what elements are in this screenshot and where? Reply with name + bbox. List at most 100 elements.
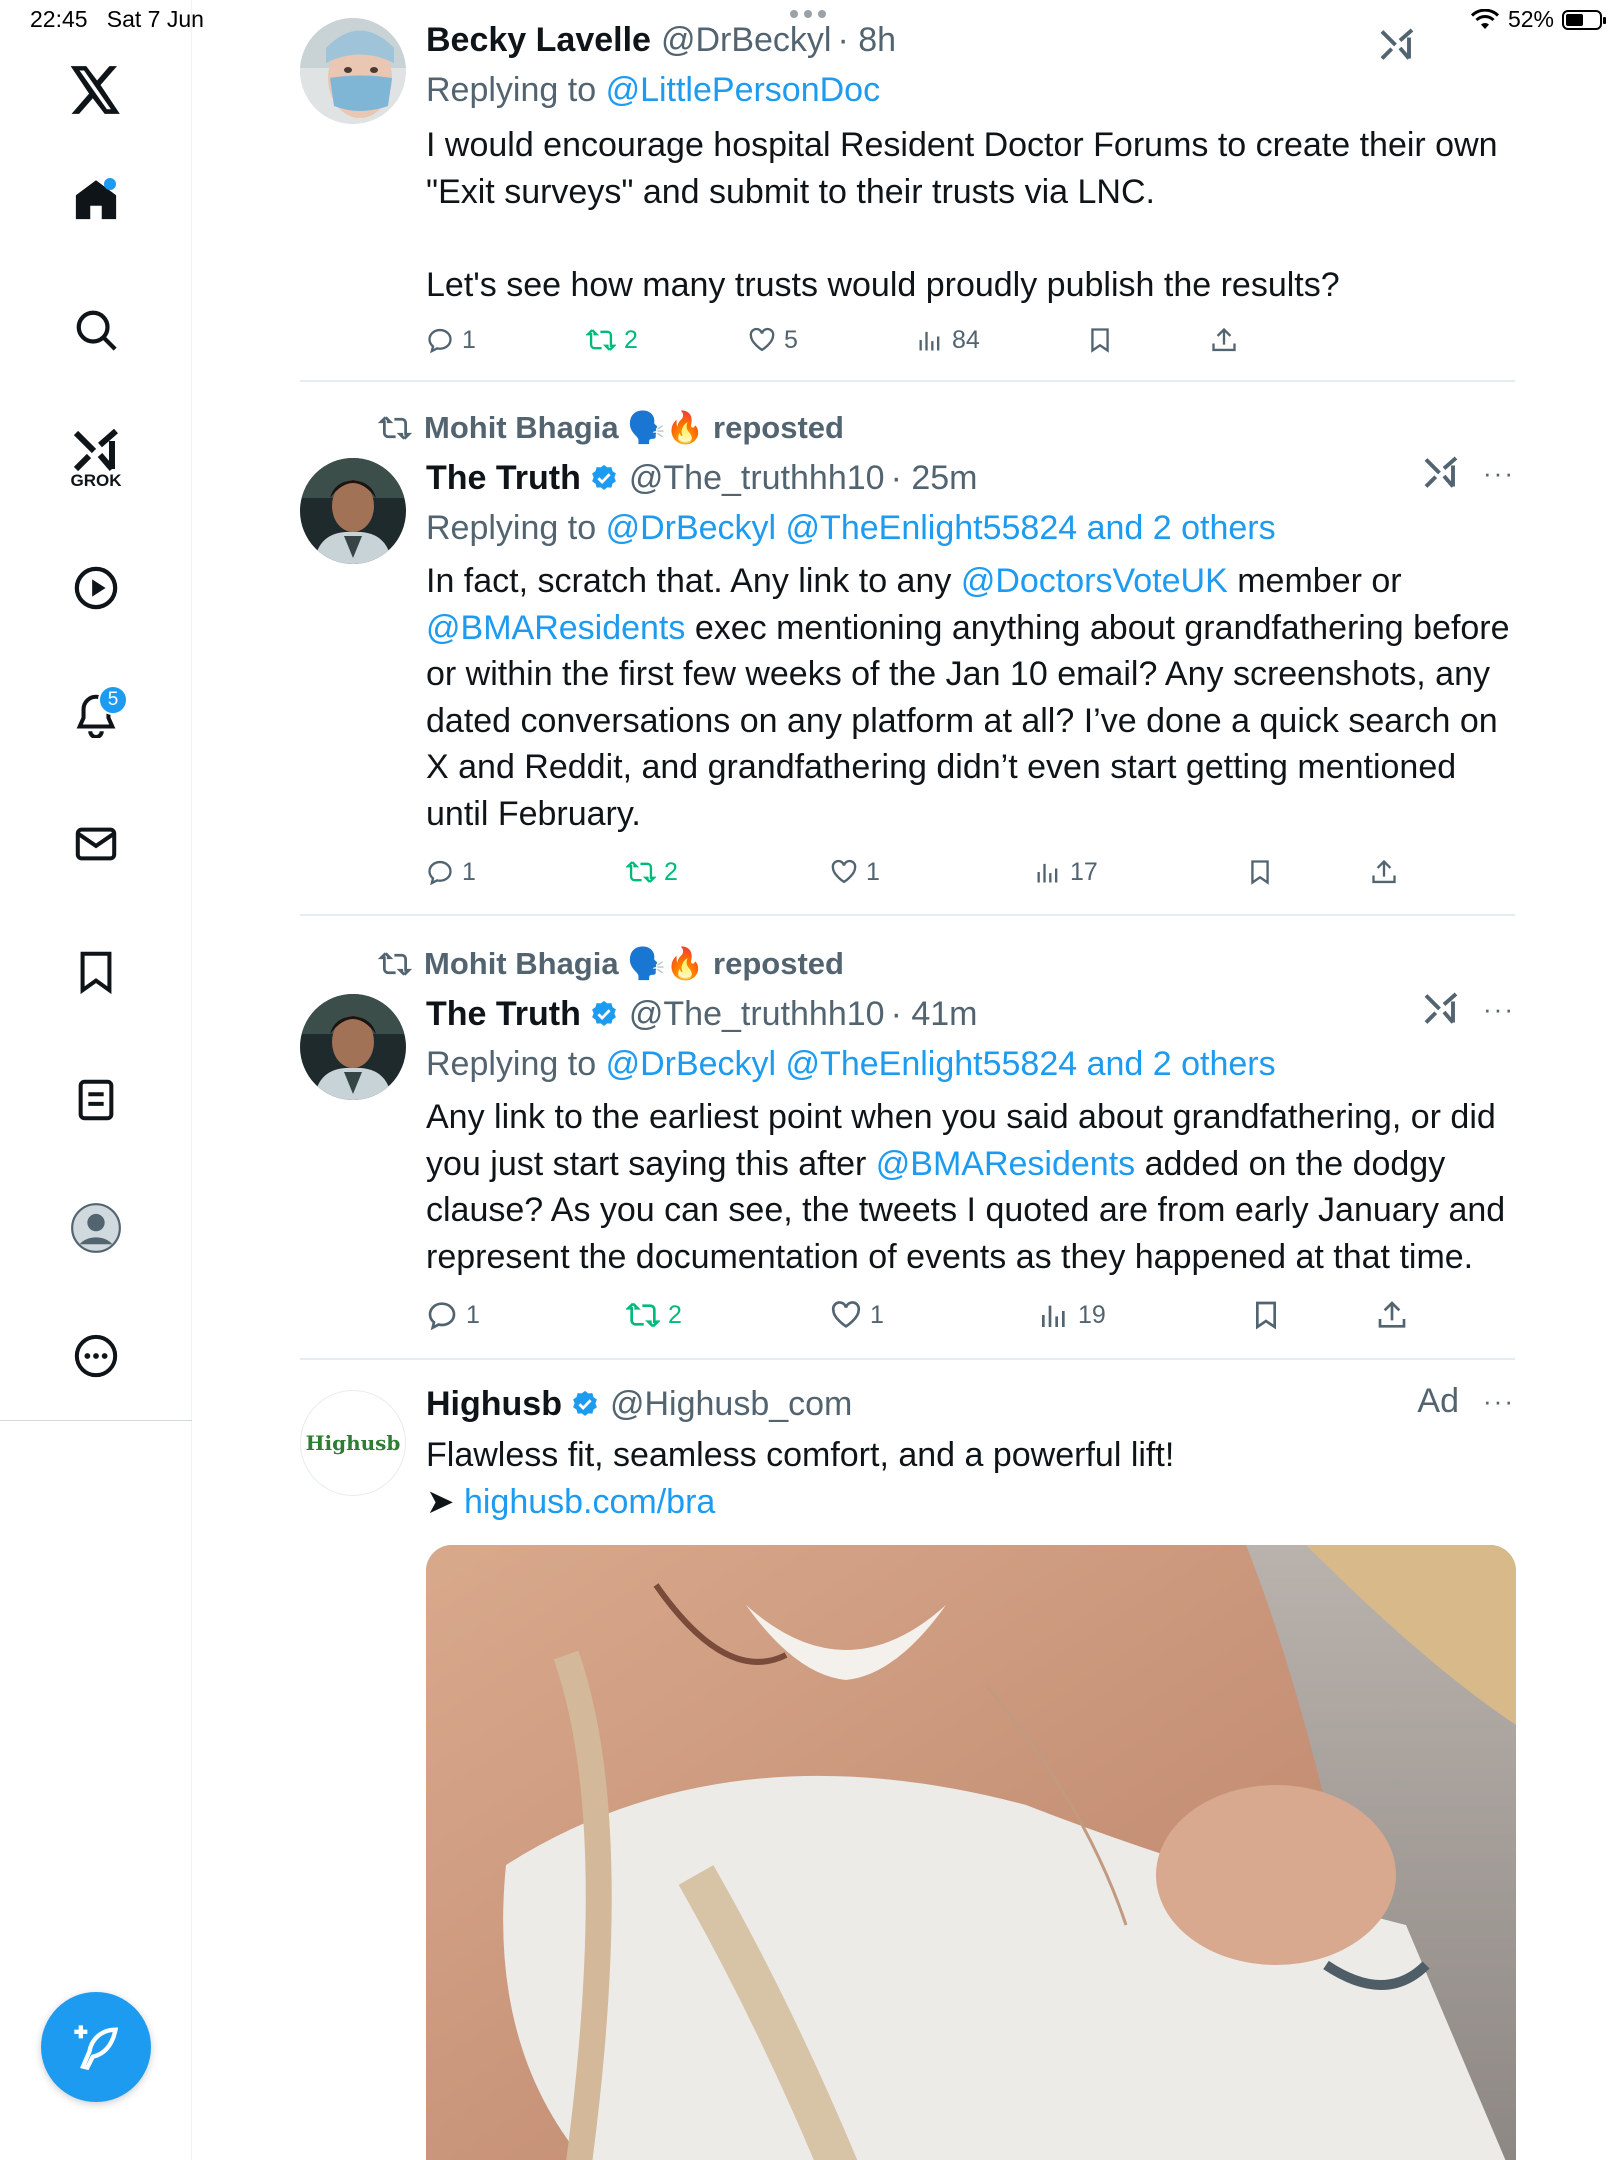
author-name[interactable]: The Truth <box>426 456 581 500</box>
reply-count: 1 <box>466 1300 480 1329</box>
share-button[interactable] <box>1376 1295 1408 1335</box>
video-play-icon[interactable] <box>66 558 126 618</box>
reply-button[interactable]: 1 <box>426 1295 480 1335</box>
replying-to-link[interactable]: @DrBeckyl @TheEnlight55824 and 2 others <box>606 1045 1276 1083</box>
views-button[interactable]: 84 <box>916 320 980 360</box>
verified-badge-icon <box>573 1390 597 1416</box>
reply-count: 1 <box>462 857 476 886</box>
repost-button[interactable]: 2 <box>626 1295 682 1335</box>
post-time[interactable]: · 25m <box>891 456 978 500</box>
replying-to-link[interactable]: @LittlePersonDoc <box>606 71 881 109</box>
compose-feather-icon <box>74 2025 119 2071</box>
ad-media-image[interactable] <box>426 1545 1516 2160</box>
bookmark-button[interactable] <box>1086 320 1114 360</box>
bookmark-icon <box>1256 1301 1276 1330</box>
grok-icon[interactable] <box>1423 992 1459 1026</box>
bookmark-button[interactable] <box>1246 852 1274 892</box>
lists-icon[interactable] <box>66 1070 126 1130</box>
author-handle[interactable]: @Highusb_com <box>610 1382 852 1426</box>
repost-icon <box>378 416 412 440</box>
ad-link-row: ➤ highusb.com/bra <box>426 1479 1516 1526</box>
search-icon[interactable] <box>66 300 126 360</box>
verified-badge-icon <box>592 1000 616 1026</box>
messages-envelope-icon[interactable] <box>66 814 126 874</box>
ad-logo-text: Highusb <box>305 1431 401 1455</box>
x-logo-icon[interactable] <box>66 60 126 120</box>
grok-icon[interactable] <box>1423 456 1459 490</box>
ad-tweet[interactable]: Highusb Highusb @Highusb_com Flawless fi… <box>300 1382 1516 2160</box>
more-menu-icon[interactable]: ··· <box>1483 458 1515 489</box>
home-icon[interactable] <box>66 170 126 230</box>
notifications-bell-icon[interactable]: 5 <box>66 685 128 745</box>
like-button[interactable]: 1 <box>830 852 880 892</box>
more-menu-icon[interactable]: ··· <box>1483 1386 1515 1417</box>
mention-link[interactable]: @DoctorsVoteUK <box>961 562 1228 600</box>
author-name[interactable]: The Truth <box>426 992 581 1036</box>
like-count: 1 <box>870 1300 884 1329</box>
share-button[interactable] <box>1210 320 1238 360</box>
replying-prefix: Replying to <box>426 71 597 109</box>
avatar-the-truth[interactable] <box>300 994 406 1100</box>
view-count: 17 <box>1070 857 1098 886</box>
reply-icon <box>428 1302 456 1331</box>
ad-text: Flawless fit, seamless comfort, and a po… <box>426 1436 1175 1474</box>
author-handle[interactable]: @The_truthhh10 <box>629 456 885 500</box>
repost-icon <box>626 861 656 883</box>
reply-button[interactable]: 1 <box>426 320 476 360</box>
reposted-by[interactable]: Mohit Bhagia 🗣️🔥 reposted <box>424 944 844 984</box>
multitask-dots-icon[interactable] <box>790 10 826 18</box>
repost-context[interactable]: Mohit Bhagia 🗣️🔥 reposted <box>378 408 844 448</box>
sidebar-divider <box>0 1420 192 1421</box>
tweet-actions: 1 2 1 17 <box>426 852 1516 892</box>
avatar-becky[interactable] <box>300 18 406 124</box>
heart-icon <box>831 1301 861 1328</box>
more-menu-icon[interactable]: ··· <box>1483 994 1515 1025</box>
mention-link[interactable]: @BMAResidents <box>876 1145 1135 1183</box>
notifications-badge: 5 <box>98 685 128 715</box>
author-name[interactable]: Becky Lavelle <box>426 18 651 62</box>
views-bar-icon <box>919 331 940 351</box>
arrow-icon: ➤ <box>426 1482 455 1521</box>
bookmarks-icon[interactable] <box>66 942 126 1002</box>
author-handle[interactable]: @The_truthhh10 <box>629 992 885 1036</box>
bookmark-icon <box>1091 328 1109 353</box>
views-bar-icon <box>1037 863 1058 883</box>
ad-link[interactable]: highusb.com/bra <box>464 1483 715 1521</box>
replying-prefix: Replying to <box>426 1045 597 1083</box>
heart-icon <box>831 859 857 884</box>
post-time[interactable]: · 8h <box>837 18 896 62</box>
repost-icon <box>626 1302 660 1328</box>
profile-avatar-icon[interactable] <box>66 1198 126 1258</box>
compose-post-button[interactable] <box>41 1992 151 2102</box>
like-button[interactable]: 1 <box>830 1295 884 1335</box>
more-options-circle-icon[interactable] <box>66 1326 126 1386</box>
replying-prefix: Replying to <box>426 509 597 547</box>
reposted-by[interactable]: Mohit Bhagia 🗣️🔥 reposted <box>424 408 844 448</box>
bookmark-button[interactable] <box>1250 1295 1282 1335</box>
ad-avatar[interactable]: Highusb <box>300 1390 406 1496</box>
tweet-top-icons <box>1379 28 1415 62</box>
replying-to: Replying to @DrBeckyl @TheEnlight55824 a… <box>426 1042 1516 1086</box>
grok-icon[interactable] <box>1379 28 1415 62</box>
repost-context[interactable]: Mohit Bhagia 🗣️🔥 reposted <box>378 944 844 984</box>
share-button[interactable] <box>1370 852 1398 892</box>
replying-to-link[interactable]: @DrBeckyl @TheEnlight55824 and 2 others <box>606 509 1276 547</box>
views-button[interactable]: 17 <box>1034 852 1098 892</box>
like-count: 1 <box>866 857 880 886</box>
reply-button[interactable]: 1 <box>426 852 476 892</box>
author-name[interactable]: Highusb <box>426 1382 562 1426</box>
repost-button[interactable]: 2 <box>626 852 678 892</box>
tweet-text: In fact, scratch that. Any link to any @… <box>426 558 1516 837</box>
replying-to: Replying to @DrBeckyl @TheEnlight55824 a… <box>426 506 1516 550</box>
avatar-the-truth[interactable] <box>300 458 406 564</box>
ad-top-icons: Ad ··· <box>1417 1382 1515 1421</box>
repost-button[interactable]: 2 <box>586 320 638 360</box>
like-button[interactable]: 5 <box>748 320 798 360</box>
tweet-actions: 1 2 1 19 <box>426 1295 1516 1335</box>
grok-icon[interactable]: GROK <box>66 420 126 500</box>
post-time[interactable]: · 41m <box>891 992 978 1036</box>
share-icon <box>1372 859 1396 884</box>
mention-link[interactable]: @BMAResidents <box>426 609 685 647</box>
views-button[interactable]: 19 <box>1038 1295 1106 1335</box>
author-handle[interactable]: @DrBeckyl <box>661 18 832 62</box>
